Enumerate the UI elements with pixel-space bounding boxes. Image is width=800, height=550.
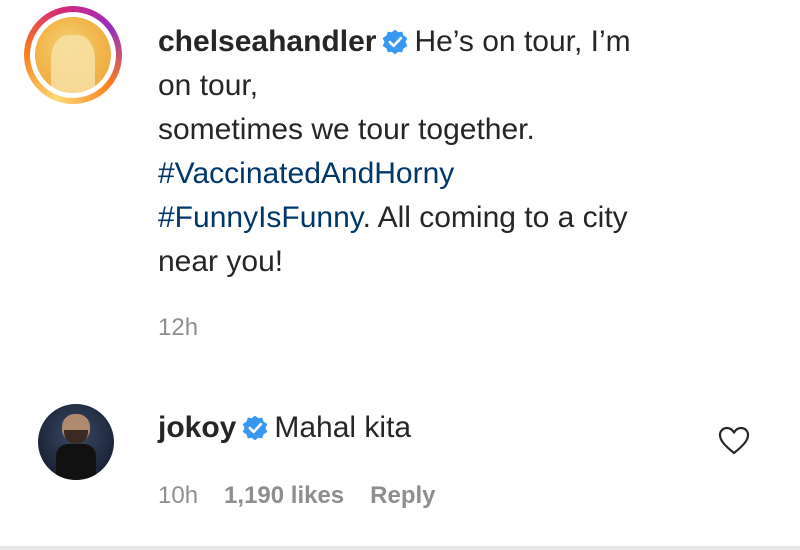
- caption-line-5: . All coming to a city: [362, 201, 628, 234]
- caption-line-2: on tour,: [158, 69, 259, 102]
- caption-line-6: near you!: [158, 245, 284, 278]
- verified-badge-icon: [383, 29, 408, 55]
- avatar-photo: [35, 17, 111, 93]
- avatar-figure: [51, 35, 95, 93]
- caption-line-1: He’s on tour, I’m: [414, 25, 631, 58]
- hashtag-link[interactable]: #FunnyIsFunny: [158, 201, 363, 234]
- comment-text: jokoy Mahal kita: [158, 406, 411, 450]
- comment-likes[interactable]: 1,190 likes: [224, 482, 344, 509]
- reply-button[interactable]: Reply: [370, 482, 435, 509]
- comment-username[interactable]: jokoy: [158, 411, 236, 444]
- avatar-body: [56, 444, 96, 480]
- caption-author-avatar[interactable]: [24, 6, 122, 104]
- hashtag-link[interactable]: #VaccinatedAndHorny: [158, 157, 454, 190]
- comment-meta: 10h 1,190 likes Reply: [158, 482, 462, 510]
- caption-text: chelseahandler He’s on tour, I’m on tour,…: [158, 20, 758, 284]
- caption-timestamp[interactable]: 12h: [158, 314, 198, 342]
- comment-author-avatar[interactable]: [38, 404, 114, 480]
- heart-outline-icon[interactable]: [718, 426, 750, 456]
- comment-timestamp[interactable]: 10h: [158, 482, 198, 509]
- verified-badge-icon: [243, 415, 268, 441]
- caption-line-3: sometimes we tour together.: [158, 113, 535, 146]
- post-comments: chelseahandler He’s on tour, I’m on tour,…: [0, 0, 800, 550]
- comment-body: Mahal kita: [274, 411, 412, 444]
- divider: [0, 546, 800, 550]
- avatar-beard: [64, 430, 88, 444]
- caption-username[interactable]: chelseahandler: [158, 25, 376, 58]
